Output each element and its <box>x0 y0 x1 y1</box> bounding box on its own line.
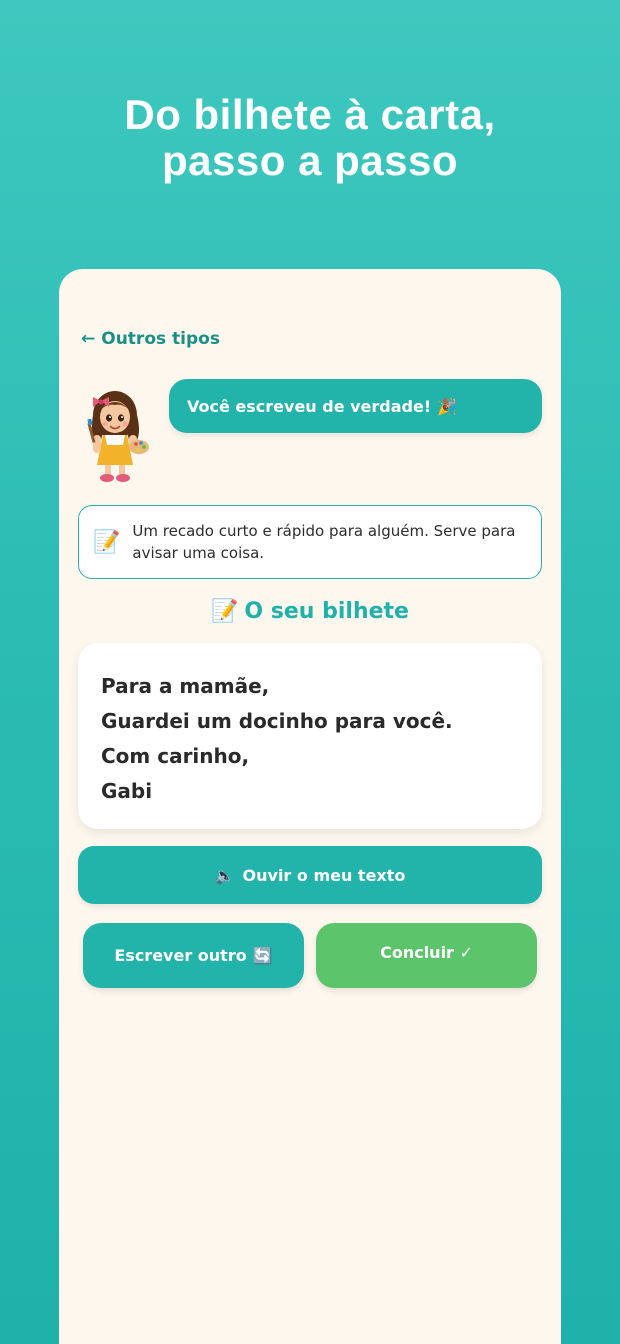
type-description-box: 📝 Um recado curto e rápido para alguém. … <box>78 505 542 579</box>
headline-line-1: Do bilhete à carta, <box>124 91 496 138</box>
praise-bubble: Você escreveu de verdade! 🎉 <box>169 379 542 433</box>
finish-label: Concluir ✓ <box>380 943 473 962</box>
girl-painter-icon <box>87 391 149 482</box>
finish-button[interactable]: Concluir ✓ <box>316 923 537 988</box>
praise-message: Você escreveu de verdade! <box>187 396 432 416</box>
arrow-left-icon: ← <box>81 329 96 349</box>
memo-icon: 📝 <box>211 599 239 624</box>
note-section-title: 📝 O seu bilhete <box>59 599 561 624</box>
listen-text-label: Ouvir o meu texto <box>242 865 406 885</box>
back-link-label: Outros tipos <box>101 329 220 349</box>
note-line: Para a mamãe, <box>101 674 270 698</box>
page-headline: Do bilhete à carta, passo a passo <box>0 92 620 184</box>
note-section-title-text: O seu bilhete <box>244 599 409 624</box>
memo-icon: 📝 <box>93 529 121 555</box>
note-line: Guardei um docinho para você. <box>101 709 453 733</box>
listen-text-button[interactable]: 🔈 Ouvir o meu texto <box>78 846 542 904</box>
back-link-other-types[interactable]: ← Outros tipos <box>81 329 220 349</box>
note-line: Gabi <box>101 779 153 803</box>
note-line: Com carinho, <box>101 744 250 768</box>
write-another-label: Escrever outro <box>114 946 247 965</box>
headline-line-2: passo a passo <box>162 137 458 184</box>
refresh-icon: 🔄 <box>252 946 273 965</box>
speaker-icon: 🔈 <box>214 865 235 885</box>
party-popper-icon: 🎉 <box>437 396 458 416</box>
main-card: ← Outros tipos Você escreveu de verdade!… <box>59 269 561 1344</box>
note-content-card: Para a mamãe, Guardei um docinho para vo… <box>78 643 542 829</box>
write-another-button[interactable]: Escrever outro 🔄 <box>83 923 304 988</box>
type-description-text: Um recado curto e rápido para alguém. Se… <box>132 522 516 562</box>
